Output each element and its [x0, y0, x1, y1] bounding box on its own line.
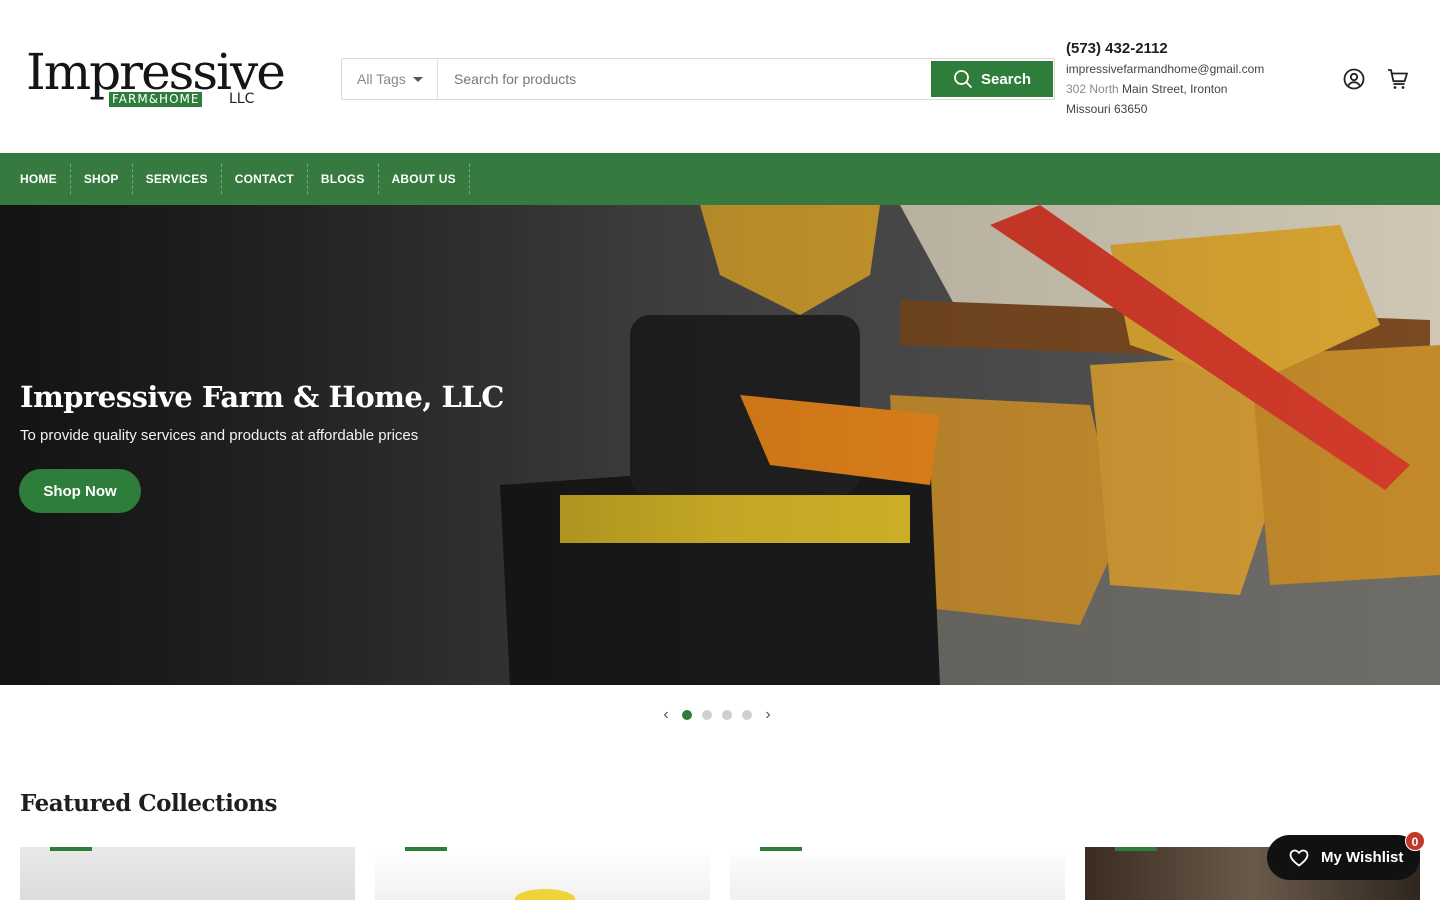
address-line-2: Missouri 63650 — [1066, 102, 1148, 116]
logo-tagline: FARM&HOME — [109, 92, 203, 107]
slider-dot-4[interactable] — [742, 710, 752, 720]
nav-blogs[interactable]: BLOGS — [308, 164, 379, 194]
nav-shop[interactable]: SHOP — [71, 164, 133, 194]
address-street: Main Street, Ironton — [1122, 82, 1228, 96]
card-accent — [405, 847, 447, 851]
slider-dot-3[interactable] — [722, 710, 732, 720]
hero-title: Impressive Farm & Home, LLC — [20, 380, 504, 414]
shop-now-button[interactable]: Shop Now — [19, 469, 141, 513]
nav-about-us[interactable]: ABOUT US — [379, 164, 470, 194]
nav-home[interactable]: HOME — [7, 164, 71, 194]
main-nav: HOME SHOP SERVICES CONTACT BLOGS ABOUT U… — [0, 153, 1440, 205]
card-accent — [50, 847, 92, 851]
search-button[interactable]: Search — [931, 61, 1053, 97]
slider-controls: ‹ › — [660, 705, 774, 725]
search-button-label: Search — [980, 70, 1032, 88]
hero-image — [0, 205, 1440, 685]
wishlist-count-badge: 0 — [1405, 831, 1425, 851]
tags-dropdown[interactable]: All Tags — [342, 59, 438, 99]
collection-card[interactable] — [20, 847, 355, 900]
logo-suffix: LLC — [229, 91, 255, 107]
card-image — [515, 889, 575, 900]
caret-down-icon — [412, 76, 423, 82]
address-muted: 302 North — [1066, 82, 1119, 96]
hero-slider: Impressive Farm & Home, LLC To provide q… — [0, 205, 1440, 685]
chevron-right-icon[interactable]: › — [762, 705, 774, 725]
nav-contact[interactable]: CONTACT — [222, 164, 308, 194]
wishlist-button[interactable]: My Wishlist — [1267, 835, 1420, 880]
wishlist-label: My Wishlist — [1321, 849, 1404, 866]
cart-button[interactable] — [1386, 67, 1410, 91]
card-accent — [1115, 847, 1157, 851]
account-button[interactable] — [1342, 67, 1366, 91]
collection-card[interactable] — [730, 847, 1065, 900]
user-circle-icon — [1343, 68, 1365, 90]
address-line-1: 302 North Main Street, Ironton — [1066, 79, 1306, 99]
collection-card[interactable] — [375, 847, 710, 900]
chevron-left-icon[interactable]: ‹ — [660, 705, 672, 725]
hero-subtitle: To provide quality services and products… — [20, 427, 419, 444]
site-logo[interactable]: Impressive FARM&HOME LLC — [26, 46, 286, 112]
heart-icon — [1289, 849, 1309, 866]
search-bar: All Tags Search — [341, 58, 1055, 100]
slider-dot-2[interactable] — [702, 710, 712, 720]
contact-info: (573) 432-2112 impressivefarmandhome@gma… — [1066, 40, 1306, 119]
search-input[interactable] — [439, 59, 929, 99]
card-accent — [760, 847, 802, 851]
email-address[interactable]: impressivefarmandhome@gmail.com — [1066, 59, 1306, 79]
phone-number[interactable]: (573) 432-2112 — [1066, 40, 1306, 58]
site-header: Impressive FARM&HOME LLC All Tags Search… — [0, 0, 1440, 153]
cart-icon — [1388, 69, 1408, 89]
search-icon — [954, 70, 972, 88]
nav-services[interactable]: SERVICES — [133, 164, 222, 194]
slider-dot-1[interactable] — [682, 710, 692, 720]
featured-collections-title: Featured Collections — [20, 790, 277, 817]
tags-dropdown-label: All Tags — [357, 71, 406, 87]
